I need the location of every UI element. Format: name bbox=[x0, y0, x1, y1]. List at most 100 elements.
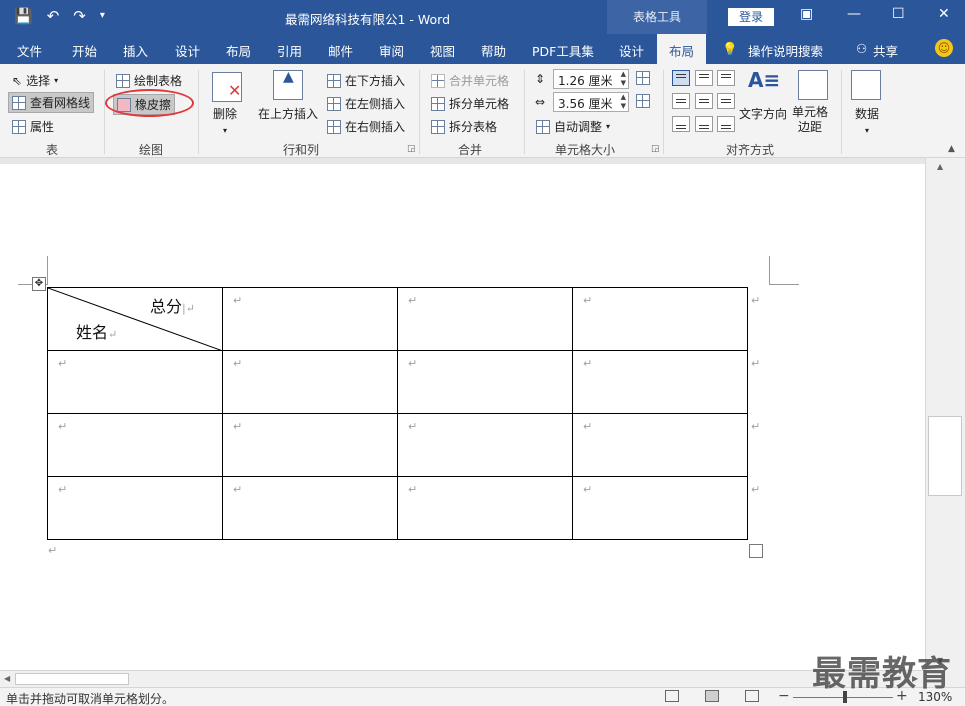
tab-help[interactable]: 帮助 bbox=[481, 41, 506, 60]
table-cell[interactable]: ↵ bbox=[397, 287, 573, 351]
collapse-ribbon-icon[interactable]: ▲ bbox=[948, 144, 955, 154]
close-icon[interactable]: ✕ bbox=[938, 6, 950, 22]
read-mode-icon[interactable] bbox=[665, 690, 679, 702]
tab-review[interactable]: 审阅 bbox=[379, 41, 404, 60]
tab-home[interactable]: 开始 bbox=[72, 41, 97, 60]
distribute-rows-icon[interactable] bbox=[636, 71, 650, 85]
horizontal-scrollbar[interactable]: ◀ ▶ bbox=[0, 670, 925, 687]
group-label-draw: 绘图 bbox=[139, 143, 164, 157]
paragraph-mark: ↵ bbox=[48, 544, 58, 557]
feedback-smiley-icon[interactable]: ☺ bbox=[935, 39, 953, 57]
table-cell[interactable]: ↵ bbox=[572, 476, 748, 540]
align-bottom-center-icon[interactable] bbox=[695, 116, 713, 132]
zoom-out-icon[interactable]: − bbox=[778, 688, 790, 704]
insert-left-button[interactable]: 在左侧插入 bbox=[327, 95, 405, 112]
align-middle-center-icon[interactable] bbox=[695, 93, 713, 109]
split-cells-button[interactable]: 拆分单元格 bbox=[431, 95, 509, 112]
row-height-input[interactable]: 1.26 厘米 ▲ ▼ bbox=[553, 69, 629, 89]
data-button[interactable]: 数据 ▾ bbox=[855, 105, 879, 136]
table-resize-handle-icon[interactable] bbox=[749, 544, 763, 558]
print-layout-icon[interactable] bbox=[705, 690, 719, 702]
document-table[interactable]: 总分|↵ 姓名↵ ↵ ↵ ↵ ↵ ↵ ↵ ↵ ↵ ↵ ↵ ↵ ↵ ↵ ↵ ↵ bbox=[47, 287, 748, 540]
distribute-columns-icon[interactable] bbox=[636, 94, 650, 108]
insert-above-button[interactable]: 在上方插入 bbox=[258, 105, 318, 122]
table-cell[interactable]: ↵ bbox=[222, 476, 398, 540]
horizontal-scroll-thumb[interactable] bbox=[15, 673, 129, 685]
cell-size-dialog-launcher-icon[interactable]: ◲ bbox=[651, 144, 660, 154]
minimize-icon[interactable]: — bbox=[847, 6, 861, 22]
delete-table-icon: ✕ bbox=[212, 72, 242, 102]
table-move-handle-icon[interactable]: ✥ bbox=[32, 277, 46, 291]
table-cell[interactable]: ↵ bbox=[572, 413, 748, 477]
save-icon[interactable]: 💾 bbox=[14, 6, 33, 26]
column-width-spinner[interactable]: ▲ ▼ bbox=[621, 93, 626, 111]
customize-qat-icon[interactable]: ▾ bbox=[100, 6, 105, 26]
align-top-right-icon[interactable] bbox=[717, 70, 735, 86]
maximize-icon[interactable]: ☐ bbox=[892, 6, 905, 22]
table-cell[interactable]: ↵ bbox=[397, 350, 573, 414]
row-height-spinner[interactable]: ▲ ▼ bbox=[621, 70, 626, 88]
split-table-button[interactable]: 拆分表格 bbox=[431, 118, 497, 135]
ribbon-display-icon[interactable]: ▣ bbox=[800, 6, 813, 22]
title-bar: 💾 ↶ ↷ ▾ 最需网络科技有限公1 - Word 表格工具 登录 ▣ — ☐ … bbox=[0, 0, 965, 34]
margin-mark bbox=[769, 284, 799, 285]
split-cells-icon bbox=[431, 96, 445, 111]
tab-mailings[interactable]: 邮件 bbox=[328, 41, 353, 60]
row-end-mark: ↵ bbox=[751, 294, 761, 307]
text-direction-button[interactable]: 文字方向 bbox=[739, 105, 787, 122]
table-cell[interactable]: ↵ bbox=[397, 476, 573, 540]
delete-button[interactable]: 删除 ▾ bbox=[213, 105, 237, 136]
web-layout-icon[interactable] bbox=[745, 690, 759, 702]
login-button[interactable]: 登录 bbox=[728, 8, 774, 26]
tell-me-search[interactable]: 操作说明搜索 bbox=[748, 41, 823, 60]
align-top-left-icon[interactable] bbox=[672, 70, 690, 86]
tab-design[interactable]: 设计 bbox=[175, 41, 200, 60]
table-cell[interactable]: ↵ bbox=[47, 413, 223, 477]
properties-button[interactable]: 属性 bbox=[12, 118, 54, 135]
align-middle-left-icon[interactable] bbox=[672, 93, 690, 109]
table-cell[interactable]: ↵ bbox=[222, 413, 398, 477]
document-page[interactable]: ✥ 总分|↵ 姓名↵ ↵ ↵ ↵ ↵ ↵ ↵ ↵ ↵ ↵ ↵ ↵ ↵ ↵ ↵ ↵… bbox=[0, 164, 925, 670]
tab-file[interactable]: 文件 bbox=[17, 41, 42, 60]
tab-table-layout[interactable]: 布局 bbox=[657, 34, 707, 64]
diagonal-header-cell[interactable]: 总分|↵ 姓名↵ bbox=[47, 287, 223, 351]
insert-right-button[interactable]: 在右侧插入 bbox=[327, 118, 405, 135]
table-cell[interactable]: ↵ bbox=[397, 413, 573, 477]
tab-pdf-tools[interactable]: PDF工具集 bbox=[532, 41, 594, 60]
select-button[interactable]: ⇖ 选择 ▾ bbox=[12, 72, 58, 89]
table-cell[interactable]: ↵ bbox=[572, 287, 748, 351]
align-bottom-right-icon[interactable] bbox=[717, 116, 735, 132]
scroll-up-icon[interactable]: ▲ bbox=[937, 162, 943, 171]
share-button[interactable]: 共享 bbox=[873, 41, 898, 60]
align-bottom-left-icon[interactable] bbox=[672, 116, 690, 132]
insert-below-button[interactable]: 在下方插入 bbox=[327, 72, 405, 89]
vertical-scroll-thumb[interactable] bbox=[928, 416, 962, 496]
vertical-scroll-track[interactable] bbox=[925, 158, 965, 670]
align-middle-right-icon[interactable] bbox=[717, 93, 735, 109]
tab-insert[interactable]: 插入 bbox=[123, 41, 148, 60]
cell-margins-button[interactable]: 单元格 边距 bbox=[792, 105, 828, 135]
autofit-button[interactable]: 自动调整 ▾ bbox=[536, 118, 610, 135]
redo-icon[interactable]: ↷ bbox=[73, 6, 86, 26]
tab-table-design[interactable]: 设计 bbox=[619, 41, 644, 60]
align-top-center-icon[interactable] bbox=[695, 70, 713, 86]
tab-layout[interactable]: 布局 bbox=[226, 41, 251, 60]
view-gridlines-button[interactable]: 查看网格线 bbox=[8, 92, 95, 113]
table-cell[interactable]: ↵ bbox=[47, 476, 223, 540]
rows-columns-dialog-launcher-icon[interactable]: ◲ bbox=[407, 144, 416, 154]
merge-cells-button[interactable]: 合并单元格 bbox=[431, 72, 509, 89]
table-cell[interactable]: ↵ bbox=[222, 287, 398, 351]
scroll-left-icon[interactable]: ◀ bbox=[4, 674, 10, 683]
autofit-icon bbox=[536, 119, 550, 134]
tab-references[interactable]: 引用 bbox=[277, 41, 302, 60]
group-divider bbox=[198, 70, 199, 154]
draw-table-button[interactable]: 绘制表格 bbox=[116, 72, 182, 89]
undo-icon[interactable]: ↶ bbox=[47, 6, 60, 26]
vertical-scrollbar[interactable]: ▲ ▼ bbox=[925, 158, 965, 670]
text-direction-icon: A≡ bbox=[748, 68, 781, 92]
column-width-input[interactable]: 3.56 厘米 ▲ ▼ bbox=[553, 92, 629, 112]
table-cell[interactable]: ↵ bbox=[222, 350, 398, 414]
tab-view[interactable]: 视图 bbox=[430, 41, 455, 60]
table-cell[interactable]: ↵ bbox=[572, 350, 748, 414]
table-cell[interactable]: ↵ bbox=[47, 350, 223, 414]
